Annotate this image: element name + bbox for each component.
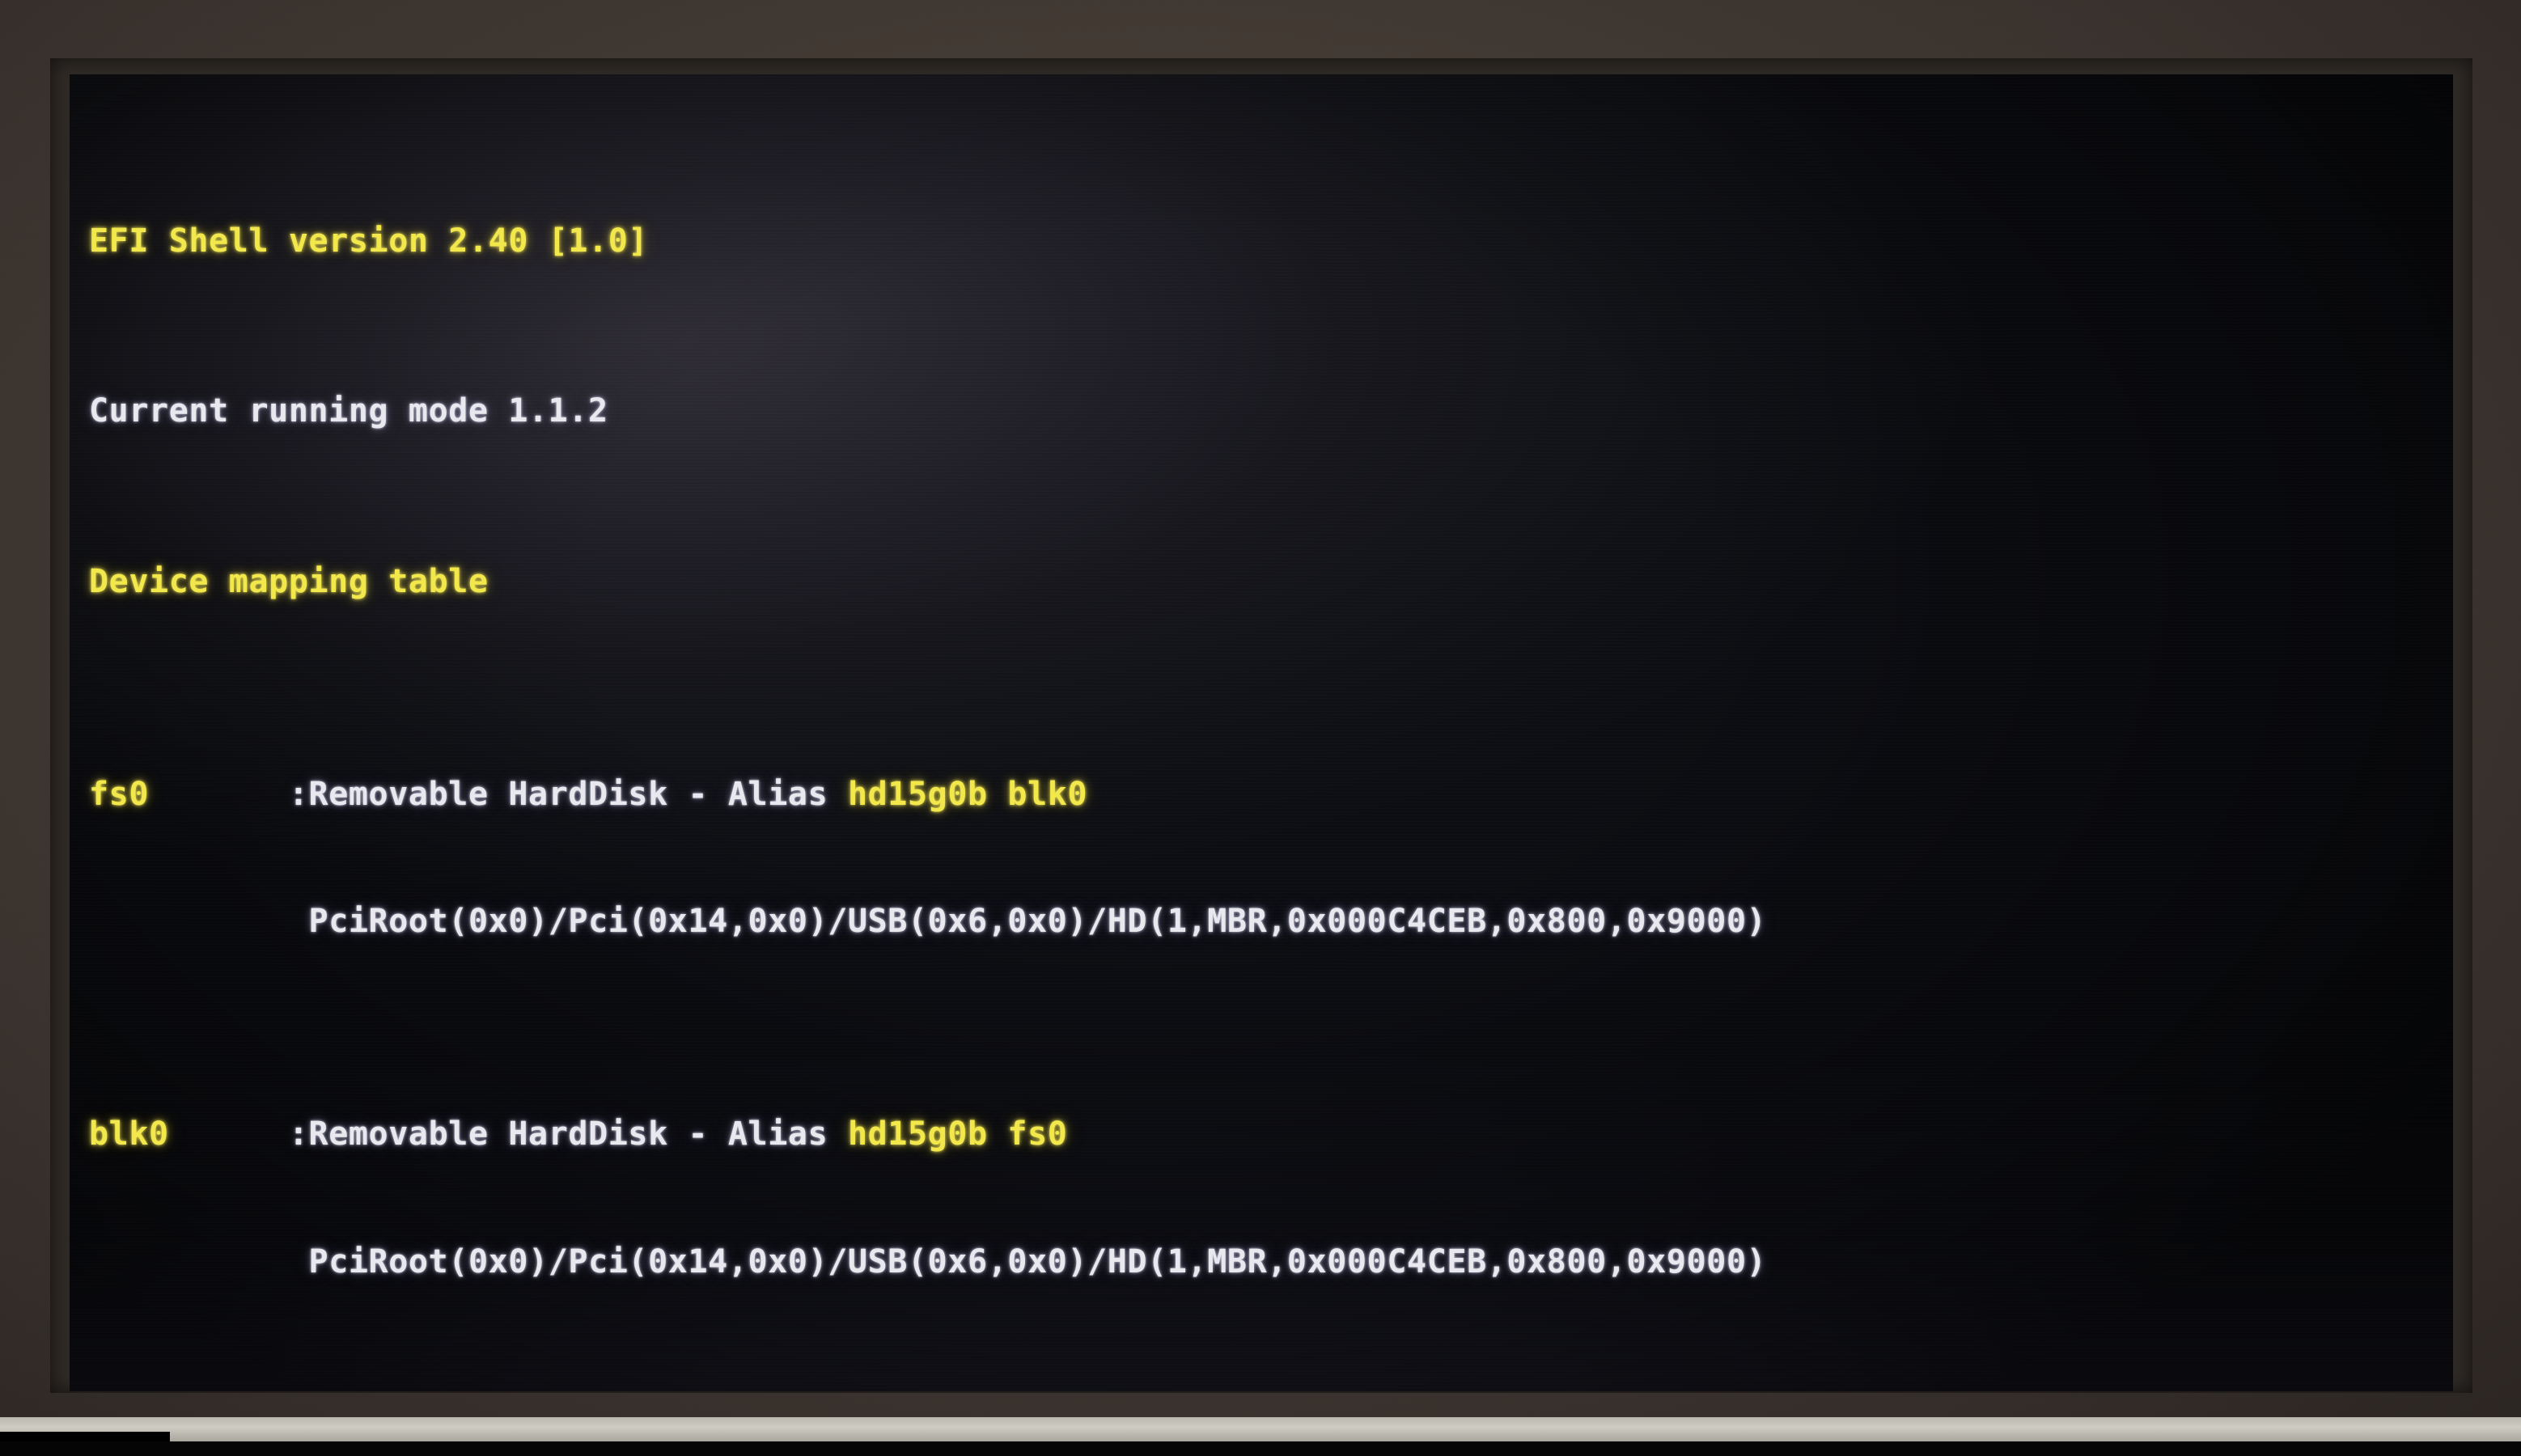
device-description: Removable HardDisk - Alias	[308, 775, 848, 813]
device-entry-handle-row[interactable]: fs0 :Removable HardDisk - Alias hd15g0b …	[70, 773, 2453, 816]
device-alias: hd15g0b fs0	[847, 1115, 1068, 1153]
device-description: Removable HardDisk - Alias	[308, 1115, 848, 1153]
device-entry-handle-row[interactable]: blk0 :Removable HardDisk - Alias hd15g0b…	[70, 1113, 2453, 1156]
device-path: PciRoot(0x0)/Pci(0x14,0x0)/USB(0x6,0x0)/…	[308, 903, 1767, 941]
shell-version-text: EFI Shell version 2.40 [1.0]	[89, 222, 649, 260]
device-alias: hd15g0b blk0	[847, 775, 1088, 813]
device-separator: :	[288, 1115, 309, 1153]
monitor-bottom-edge	[0, 1417, 2521, 1441]
efi-shell-console[interactable]: EFI Shell version 2.40 [1.0] Current run…	[70, 74, 2453, 1391]
handle-pad	[149, 776, 289, 813]
path-indent	[89, 1243, 309, 1280]
device-path: PciRoot(0x0)/Pci(0x14,0x0)/USB(0x6,0x0)/…	[308, 1243, 1767, 1281]
path-indent	[89, 903, 309, 940]
monitor-photograph: EFI Shell version 2.40 [1.0] Current run…	[0, 0, 2521, 1456]
device-separator: :	[288, 775, 309, 813]
handle-pad	[169, 1115, 289, 1153]
shell-version-line: EFI Shell version 2.40 [1.0]	[70, 220, 2453, 263]
device-entry-path-row: PciRoot(0x0)/Pci(0x14,0x0)/USB(0x6,0x0)/…	[70, 1241, 2453, 1284]
device-handle-fs0[interactable]: fs0	[89, 776, 149, 813]
running-mode-text: Current running mode 1.1.2	[89, 392, 608, 430]
device-mapping-title: Device mapping table	[70, 561, 2453, 603]
device-handle-blk0[interactable]: blk0	[89, 1115, 169, 1153]
lcd-screen: EFI Shell version 2.40 [1.0] Current run…	[70, 74, 2453, 1391]
device-mapping-title-text: Device mapping table	[89, 562, 489, 600]
running-mode-line: Current running mode 1.1.2	[70, 390, 2453, 433]
device-entry-path-row: PciRoot(0x0)/Pci(0x14,0x0)/USB(0x6,0x0)/…	[70, 900, 2453, 943]
photo-bottom-border	[0, 1441, 2521, 1456]
